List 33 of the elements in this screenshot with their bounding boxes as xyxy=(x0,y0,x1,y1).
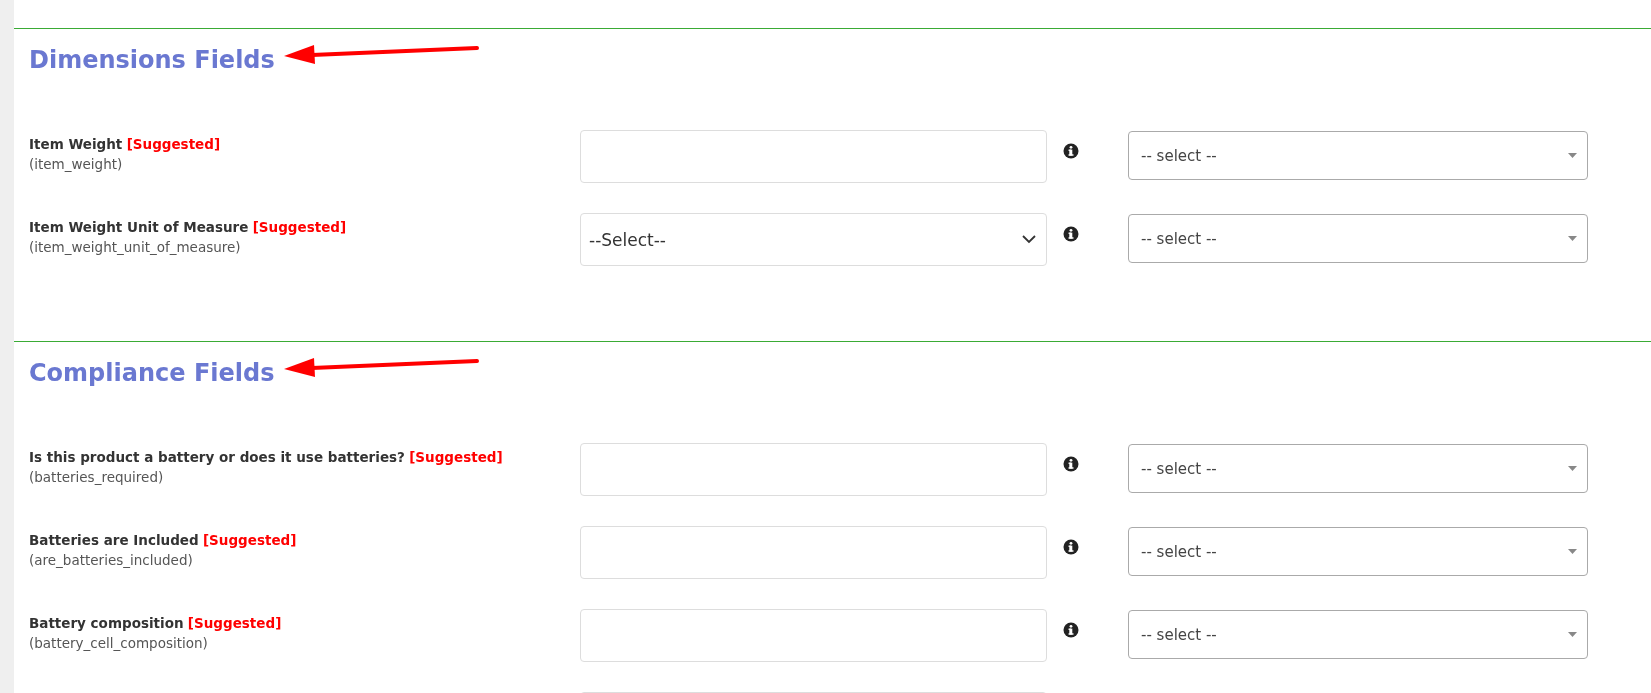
info-icon[interactable] xyxy=(1063,226,1079,242)
dropdown[interactable]: -- select -- xyxy=(1128,131,1588,180)
caret-icon xyxy=(1568,466,1577,471)
chevron-icon xyxy=(1022,235,1036,244)
caret-icon xyxy=(1568,632,1577,637)
section-heading: Compliance Fields xyxy=(29,358,275,388)
input-field[interactable] xyxy=(580,130,1047,183)
caret-icon xyxy=(1568,153,1577,158)
field-label: Batteries are Included [Suggested] xyxy=(29,531,298,550)
section-heading: Dimensions Fields xyxy=(29,45,275,75)
caret-icon xyxy=(1568,236,1577,241)
dropdown[interactable]: -- select -- xyxy=(1128,610,1588,659)
dropdown[interactable]: --Select-- xyxy=(580,213,1047,266)
dropdown[interactable]: -- select -- xyxy=(1128,444,1588,493)
info-icon[interactable] xyxy=(1063,622,1079,638)
info-icon[interactable] xyxy=(1063,456,1079,472)
field-label: Is this product a battery or does it use batteries? [Suggested] xyxy=(29,448,504,467)
field-label: Item Weight [Suggested] xyxy=(29,135,222,154)
field-key: (item_weight) xyxy=(29,154,580,174)
field-key: (are_batteries_included) xyxy=(29,550,580,570)
field-key: (battery_cell_composition) xyxy=(29,633,580,653)
field-key: (item_weight_unit_of_measure) xyxy=(29,237,580,257)
field-label: Battery composition [Suggested] xyxy=(29,614,283,633)
input-field[interactable] xyxy=(580,526,1047,579)
info-icon[interactable] xyxy=(1063,539,1079,555)
field-key: (batteries_required) xyxy=(29,467,580,487)
dropdown[interactable]: -- select -- xyxy=(1128,527,1588,576)
field-label: Item Weight Unit of Measure [Suggested] xyxy=(29,218,348,237)
input-field[interactable] xyxy=(580,609,1047,662)
input-field[interactable] xyxy=(580,443,1047,496)
info-icon[interactable] xyxy=(1063,143,1079,159)
caret-icon xyxy=(1568,549,1577,554)
dropdown[interactable]: -- select -- xyxy=(1128,214,1588,263)
